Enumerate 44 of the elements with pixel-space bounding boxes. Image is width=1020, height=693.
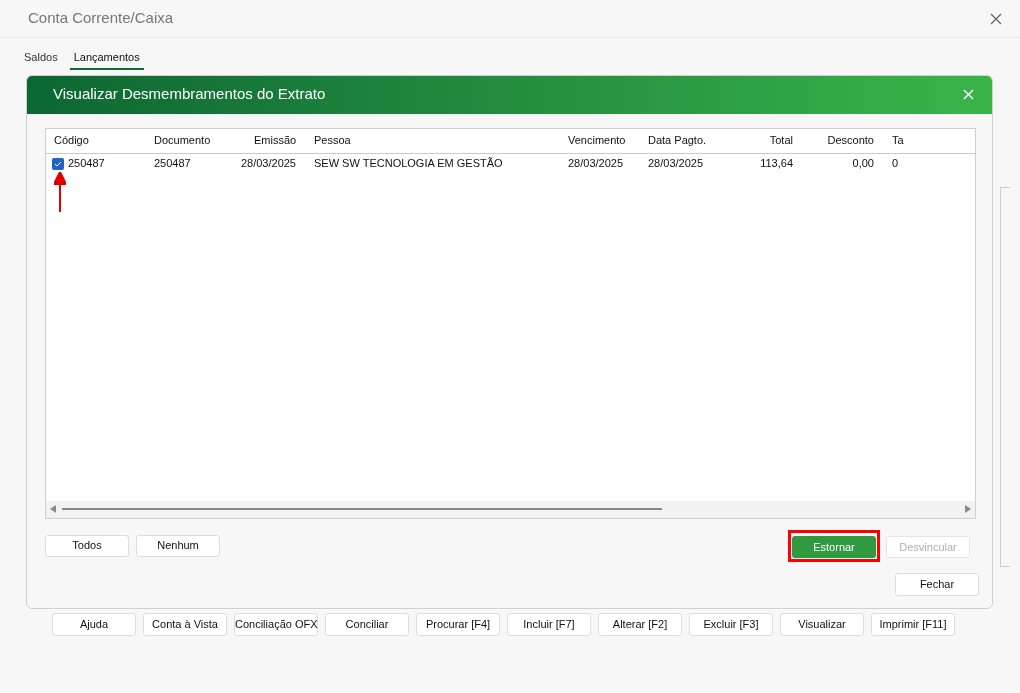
toolbar-button[interactable]: Imprimir [F11] <box>871 612 955 636</box>
tab[interactable]: Saldos <box>20 49 62 70</box>
table-cell-text: 0,00 <box>852 156 874 172</box>
column-header: Total <box>768 133 794 149</box>
scroll-right-icon[interactable] <box>965 505 971 513</box>
toolbar-button[interactable]: Excluir [F3] <box>689 612 773 636</box>
column-header: Desconto <box>826 133 875 149</box>
table-cell-text: 28/03/2025 <box>240 156 296 172</box>
toolbar-button[interactable]: Alterar [F2] <box>598 612 682 636</box>
toolbar-button[interactable]: Conciliação OFX <box>234 612 318 636</box>
column-header: Documento <box>154 133 212 149</box>
toolbar-button[interactable]: Visualizar <box>780 612 864 636</box>
column-header: Código <box>54 133 90 149</box>
table-cell-text: 250487 <box>154 156 191 172</box>
table-cell-text: 28/03/2025 <box>648 156 704 172</box>
action-button[interactable]: Estornar <box>792 535 876 558</box>
scroll-left-icon[interactable] <box>50 505 56 513</box>
action-button[interactable]: Todos <box>45 534 129 557</box>
check-icon <box>54 160 62 167</box>
toolbar-button[interactable]: Conciliar <box>325 612 409 636</box>
dialog-title: Visualizar Desmembramentos do Extrato <box>53 84 326 105</box>
action-button[interactable]: Nenhum <box>136 534 220 557</box>
horizontal-scrollbar[interactable] <box>46 500 975 518</box>
table-cell-text: SEW SW TECNOLOGIA EM GESTÃO <box>314 156 503 172</box>
table-cell-text: 0 <box>892 156 899 172</box>
tab[interactable]: Lançamentos <box>69 49 144 70</box>
table-cell-text: 250487 <box>68 156 105 172</box>
table-cell-text: 113,64 <box>760 156 793 172</box>
column-header: Vencimento <box>568 133 627 149</box>
table-cell-text: 28/03/2025 <box>568 156 624 172</box>
column-header: Data Pagto. <box>648 133 708 149</box>
close-icon[interactable] <box>990 12 1002 25</box>
toolbar-button[interactable]: Procurar [F4] <box>416 612 500 636</box>
annotation-arrow <box>54 172 66 212</box>
scroll-thumb[interactable] <box>62 508 662 510</box>
close-button[interactable]: Fechar <box>895 572 979 596</box>
toolbar-button[interactable]: Incluir [F7] <box>507 612 591 636</box>
column-header: Ta <box>892 133 905 149</box>
window-title: Conta Corrente/Caixa <box>28 8 174 29</box>
column-header: Emissão <box>254 133 298 149</box>
toolbar-button[interactable]: Ajuda <box>52 612 136 636</box>
toolbar-button[interactable]: Conta à Vista <box>143 612 227 636</box>
column-header: Pessoa <box>314 133 352 149</box>
row-checkbox[interactable] <box>52 157 64 170</box>
